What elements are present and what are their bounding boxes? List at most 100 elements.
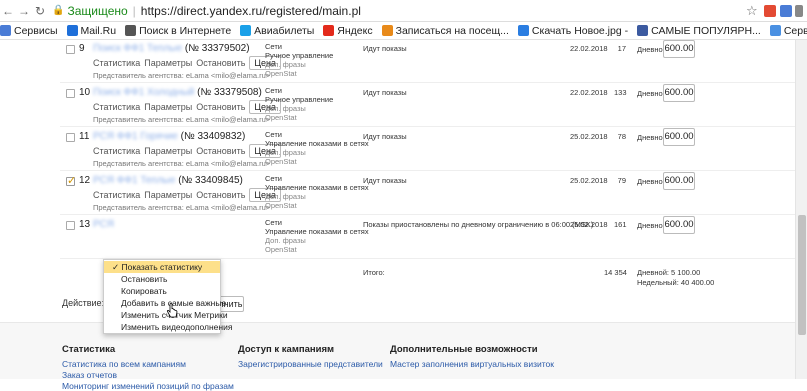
daily-budget-input[interactable]: 600.00 [663, 84, 695, 102]
dropdown-option[interactable]: Копировать [104, 285, 220, 297]
status-text: Идут показы [363, 88, 407, 97]
hand-cursor-icon [166, 303, 178, 318]
bookmark-label: Mail.Ru [80, 24, 117, 37]
campaign-name-text[interactable]: РСЯ ФФ1 Теплые [93, 175, 175, 186]
footer-link[interactable]: Мастер заполнения виртуальных визиток [390, 359, 554, 369]
click-count: 161 [614, 220, 627, 229]
placement-extra: OpenStat [265, 69, 297, 78]
bookmark-item[interactable]: САМЫЕ ПОПУЛЯРН... [637, 25, 761, 37]
click-count: 133 [614, 88, 627, 97]
campaign-name-link[interactable]: РСЯ [93, 219, 114, 230]
campaign-actions: Статистика Параметры Остановить Цена [93, 188, 285, 202]
address-bar: ← → ↻ 🔒 Защищено | https://direct.yandex… [0, 0, 807, 22]
campaign-action-link[interactable]: Остановить [196, 190, 245, 200]
campaign-name-text[interactable]: Поиск ФФ1 Холодный [93, 87, 194, 98]
back-icon[interactable]: ← [0, 4, 16, 18]
campaign-name-text[interactable]: РСЯ [93, 219, 114, 230]
bookmark-item[interactable]: Яндекс [323, 25, 373, 37]
campaign-name-link[interactable]: Поиск ФФ1 Теплые (№ 33379502) [93, 43, 250, 54]
placement-extra: OpenStat [265, 113, 297, 122]
dropdown-option[interactable]: Изменить счётчик Метрики [104, 309, 228, 321]
bookmark-item[interactable]: Записаться на посещ... [381, 24, 509, 37]
yandex-icon [323, 25, 335, 36]
campaign-action-link[interactable]: Параметры [144, 190, 192, 200]
dropdown-option[interactable]: Добавить в самые важные [104, 297, 226, 309]
bookmark-item[interactable]: Авиабилеты [240, 25, 314, 37]
menu-icon[interactable] [795, 5, 803, 17]
campaign-name-text[interactable]: РСЯ ФФ1 Горячие [93, 131, 178, 142]
dropdown-option[interactable]: Остановить [104, 273, 220, 285]
daily-budget-input[interactable]: 600.00 [663, 216, 695, 234]
bookmark-label: Сервисы [14, 24, 58, 37]
row-number: 10 [79, 87, 91, 98]
campaign-actions: Статистика Параметры Остановить Цена [93, 144, 285, 158]
bookmark-item[interactable]: Mail.Ru [66, 24, 117, 37]
campaign-action-link[interactable]: Параметры [144, 102, 192, 112]
campaign-action-link[interactable]: Остановить [196, 102, 245, 112]
campaign-id: (№ 33379508) [194, 87, 262, 98]
dropdown-option[interactable]: ✓ Показать статистику [104, 261, 220, 273]
extension-icon[interactable] [780, 5, 792, 17]
scrollbar-thumb[interactable] [798, 215, 806, 335]
placement-line: Управление показами в сетях [265, 227, 369, 236]
docs-icon [769, 25, 781, 36]
scrollbar[interactable] [795, 40, 807, 379]
campaign-action-link[interactable]: Статистика [93, 58, 140, 68]
action-label: Действие: [62, 298, 105, 308]
url-field[interactable]: https://direct.yandex.ru/registered/main… [141, 4, 361, 18]
row-divider [60, 214, 795, 215]
campaign-action-link[interactable]: Остановить [196, 58, 245, 68]
row-checkbox[interactable] [66, 221, 75, 230]
placement-line: Сети [265, 42, 282, 51]
forward-icon[interactable]: → [16, 4, 32, 18]
table-row: 11 РСЯ ФФ1 Горячие (№ 33409832) Статистика… [0, 128, 795, 172]
bookmark-label: Записаться на посещ... [395, 24, 509, 37]
campaign-action-link[interactable]: Статистика [93, 146, 140, 156]
bookmark-item[interactable]: Сервисы по анализу... [769, 25, 807, 37]
footer-heading: Статистика [62, 344, 116, 355]
action-dropdown-menu[interactable]: ✓ Показать статистику Остановить Копироват… [103, 259, 232, 334]
daily-budget-input[interactable]: 600.00 [663, 40, 695, 58]
campaign-action-link[interactable]: Остановить [196, 146, 245, 156]
placement-line: Сети [265, 218, 282, 227]
placement-extra: Доп. фразы [265, 60, 306, 69]
campaign-action-link[interactable]: Параметры [144, 146, 192, 156]
click-count: 78 [617, 132, 626, 141]
row-checkbox[interactable] [66, 89, 75, 98]
campaign-name-text[interactable]: Поиск ФФ1 Теплые [93, 43, 182, 54]
placement-line: Сети [265, 174, 282, 183]
row-divider [60, 82, 795, 83]
campaign-action-link[interactable]: Статистика [93, 190, 140, 200]
footer-link[interactable]: Статистика по всем кампаниям [62, 359, 186, 369]
placement-line: Управление показами в сетях [265, 183, 369, 192]
bookmark-item[interactable]: Скачать Новое.jpg - [517, 24, 629, 37]
row-number: 12 [79, 175, 91, 186]
search-icon [125, 25, 137, 36]
bookmark-label: Поиск в Интернете [139, 24, 232, 37]
footer-link[interactable]: Зарегистрированные представители [238, 359, 383, 369]
bookmark-star-icon[interactable]: ☆ [746, 3, 758, 19]
extension-icon[interactable] [764, 5, 776, 17]
bookmark-item[interactable]: Сервисы [0, 25, 58, 37]
daily-budget-input[interactable]: 600.00 [663, 128, 695, 146]
status-text: Идут показы [363, 176, 407, 185]
row-checkbox[interactable] [66, 174, 76, 187]
reload-icon[interactable]: ↻ [32, 4, 48, 18]
campaign-name-link[interactable]: Поиск ФФ1 Холодный (№ 33379508) [93, 87, 262, 98]
bookmark-label: Скачать Новое.jpg - [531, 24, 629, 37]
placement-line: Управление показами в сетях [265, 139, 369, 148]
download-icon [517, 25, 529, 36]
campaign-name-link[interactable]: РСЯ ФФ1 Горячие (№ 33409832) [93, 131, 245, 142]
footer-link[interactable]: Мониторинг изменений позиций по фразам [62, 381, 234, 391]
campaign-name-link[interactable]: РСЯ ФФ1 Теплые (№ 33409845) [93, 175, 243, 186]
row-checkbox[interactable] [66, 133, 75, 142]
total-count: 14 354 [604, 268, 627, 277]
campaign-action-link[interactable]: Параметры [144, 58, 192, 68]
bookmark-label: САМЫЕ ПОПУЛЯРН... [651, 24, 761, 37]
daily-budget-input[interactable]: 600.00 [663, 172, 695, 190]
campaign-action-link[interactable]: Статистика [93, 102, 140, 112]
dropdown-option[interactable]: Изменить видеодополнения [104, 321, 232, 333]
placement-line: Ручное управление [265, 51, 334, 60]
row-checkbox[interactable] [66, 45, 75, 54]
bookmark-item[interactable]: Поиск в Интернете [125, 25, 231, 37]
